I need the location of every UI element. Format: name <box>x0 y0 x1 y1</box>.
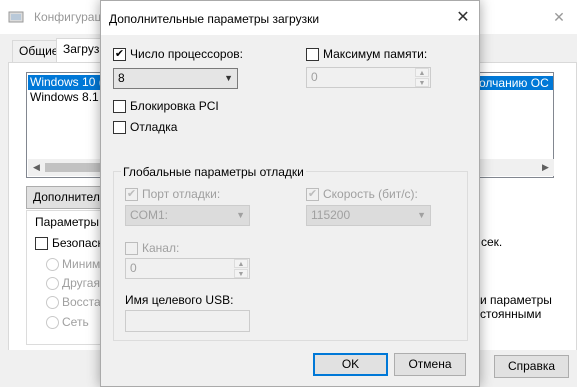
advanced-options-button[interactable]: Дополнителье <box>26 186 104 209</box>
num-procs-value: 8 <box>118 71 125 85</box>
system-configuration-icon <box>8 11 24 23</box>
chevron-down-icon: ▼ <box>224 73 233 83</box>
scroll-left-icon[interactable]: ◀ <box>28 159 45 176</box>
os-list-item-suffix: олчанию ОС <box>475 76 553 90</box>
scroll-right-icon[interactable]: ▶ <box>537 159 554 176</box>
max-memory-value: 0 <box>311 70 318 84</box>
help-button[interactable]: Справка <box>494 355 569 378</box>
max-memory-checkbox[interactable] <box>306 48 319 61</box>
debug-port-select[interactable]: COM1: ▼ <box>125 205 250 226</box>
channel-checkbox[interactable] <box>125 242 138 255</box>
baud-rate-checkbox[interactable]: ✔ <box>306 188 319 201</box>
spin-down-icon[interactable]: ▼ <box>415 78 429 87</box>
radio-alternate-shell[interactable] <box>46 277 59 290</box>
baud-rate-select[interactable]: 115200 ▼ <box>306 205 431 226</box>
os-list-item[interactable]: Windows 10 (V <box>28 75 111 90</box>
dialog-titlebar: Дополнительные параметры загрузки ✕ <box>101 1 479 35</box>
channel-value: 0 <box>130 261 137 275</box>
boot-options-title: Параметры з <box>33 215 110 229</box>
radio-network-label: Сеть <box>62 315 89 329</box>
background-close-icon[interactable]: ✕ <box>548 6 570 28</box>
debug-port-value: COM1: <box>130 208 169 222</box>
spin-down-icon[interactable]: ▼ <box>234 269 248 278</box>
debug-port-label: Порт отладки: <box>142 187 221 201</box>
radio-repair[interactable] <box>46 296 59 309</box>
radio-minimal[interactable] <box>46 258 59 271</box>
debug-settings-title: Глобальные параметры отладки <box>121 165 306 179</box>
num-procs-select[interactable]: 8 ▼ <box>113 68 238 89</box>
channel-spinner[interactable]: 0 ▲ ▼ <box>125 258 250 279</box>
num-procs-label: Число процессоров: <box>130 47 243 61</box>
advanced-boot-options-dialog: Дополнительные параметры загрузки ✕ ✔ Чи… <box>100 0 480 387</box>
debug-checkbox[interactable] <box>113 121 126 134</box>
pci-lock-label: Блокировка PCI <box>130 99 219 113</box>
max-memory-spinner[interactable]: 0 ▲ ▼ <box>306 67 431 88</box>
baud-rate-label: Скорость (бит/с): <box>323 187 418 201</box>
spin-up-icon[interactable]: ▲ <box>234 259 248 268</box>
radio-alternate-shell-label: Другая <box>62 276 100 290</box>
persistent-text-1: и параметры <box>480 293 552 307</box>
chevron-down-icon: ▼ <box>236 210 245 220</box>
debug-label: Отладка <box>130 120 178 134</box>
tab-boot[interactable]: Загруз <box>56 38 107 63</box>
close-icon[interactable]: ✕ <box>451 7 475 29</box>
timeout-unit: сек. <box>481 235 503 249</box>
channel-label: Канал: <box>142 241 180 255</box>
usb-target-input[interactable] <box>125 310 250 332</box>
persistent-text-2: стоянными <box>480 307 542 321</box>
pci-lock-checkbox[interactable] <box>113 100 126 113</box>
dialog-title: Дополнительные параметры загрузки <box>109 12 320 26</box>
usb-target-label: Имя целевого USB: <box>125 293 234 307</box>
num-procs-checkbox[interactable]: ✔ <box>113 48 126 61</box>
safe-boot-checkbox[interactable] <box>35 237 48 250</box>
ok-button[interactable]: OK <box>313 353 388 376</box>
radio-network[interactable] <box>46 316 59 329</box>
cancel-button[interactable]: Отмена <box>394 353 466 376</box>
os-list-item[interactable]: Windows 8.1 ( <box>28 90 106 105</box>
chevron-down-icon: ▼ <box>417 210 426 220</box>
spin-up-icon[interactable]: ▲ <box>415 68 429 77</box>
background-window-title: Конфигурац <box>34 10 102 24</box>
max-memory-label: Максимум памяти: <box>323 47 428 61</box>
debug-port-checkbox[interactable]: ✔ <box>125 188 138 201</box>
baud-rate-value: 115200 <box>311 208 351 222</box>
